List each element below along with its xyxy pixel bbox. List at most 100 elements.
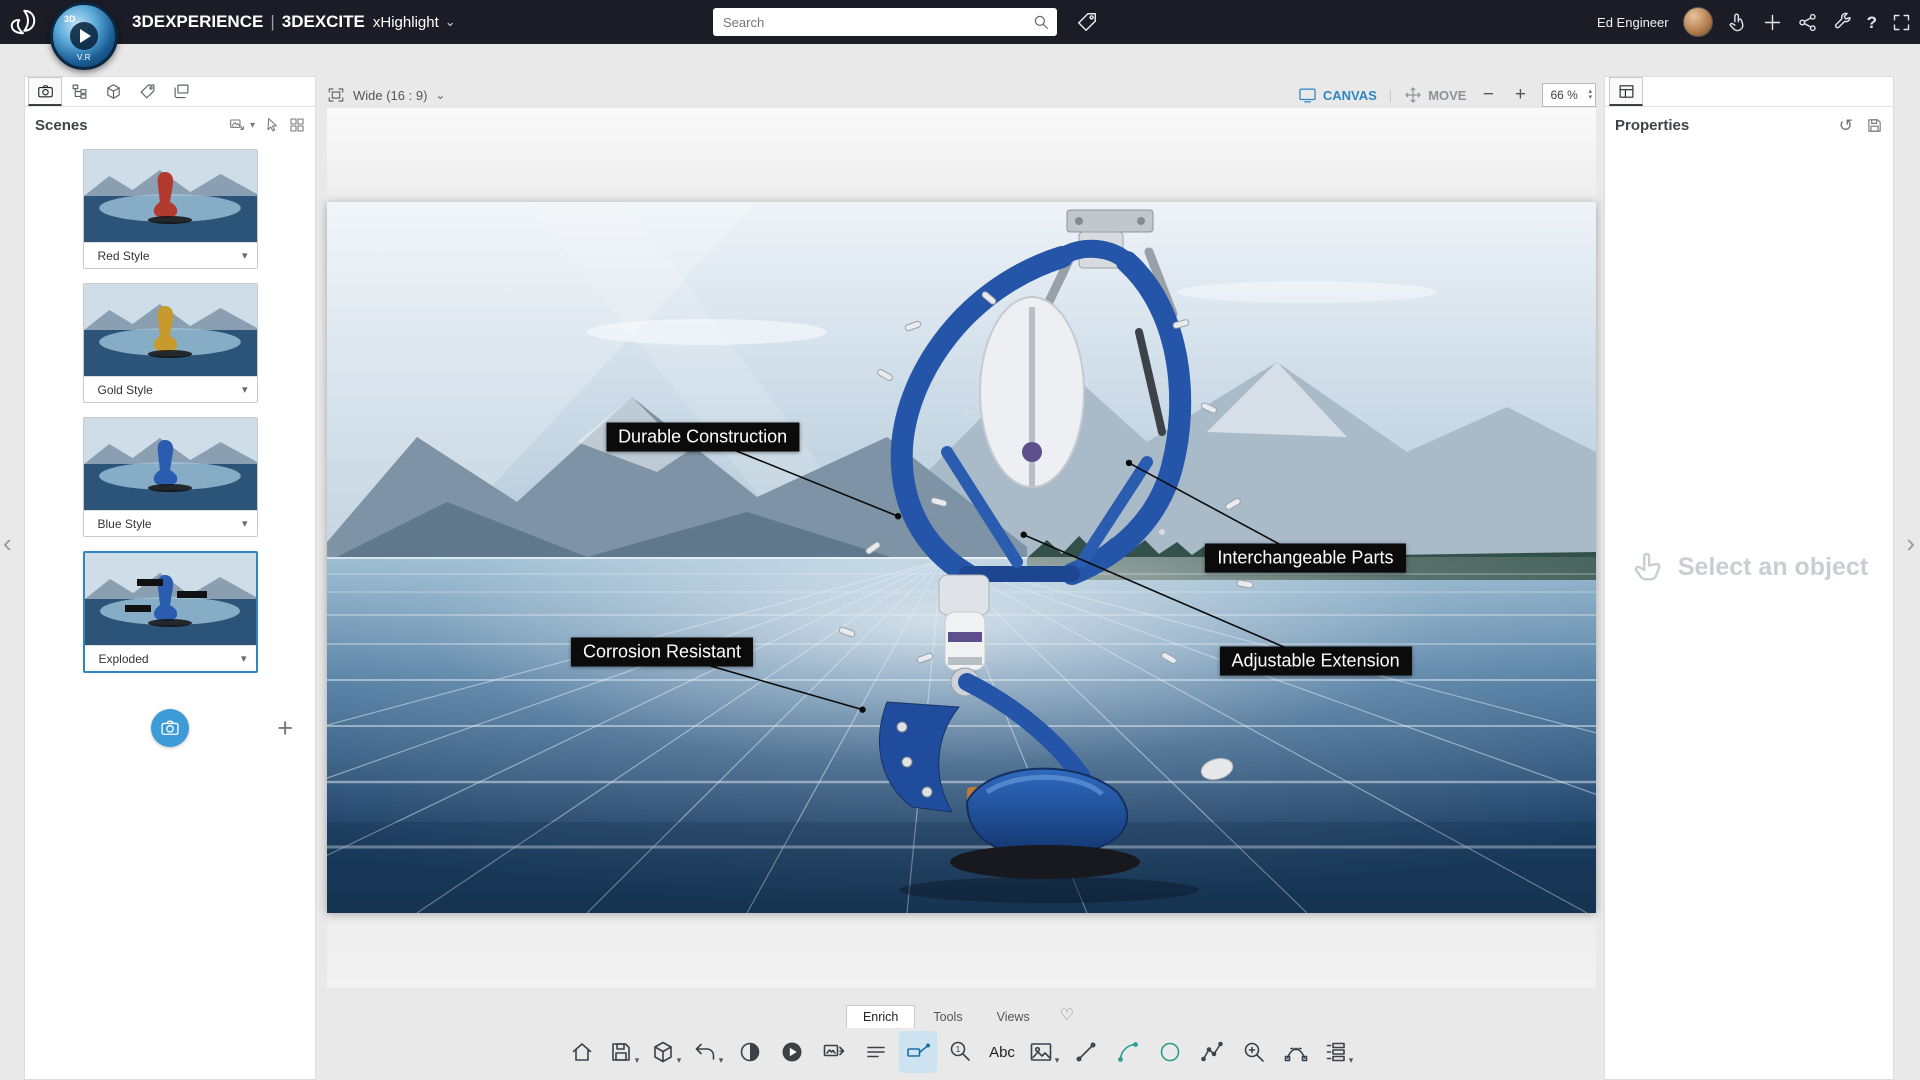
capture-scene-button[interactable] [151, 709, 189, 747]
scene-label-bar[interactable]: Blue Style▾ [84, 510, 257, 536]
move-mode-button[interactable]: MOVE [1404, 86, 1466, 104]
compass-vr-label: V.R [53, 53, 115, 62]
reset-icon[interactable]: ↺ [1839, 117, 1853, 134]
callout-label[interactable]: Durable Construction [606, 423, 799, 452]
search-icon[interactable] [1032, 13, 1050, 31]
settings-icon[interactable] [1832, 12, 1853, 33]
tab-enrich[interactable]: Enrich [846, 1005, 915, 1028]
play-icon [780, 1040, 804, 1064]
avatar[interactable] [1683, 7, 1713, 37]
scene-label: Exploded [99, 652, 149, 666]
fullscreen-icon[interactable] [1891, 12, 1912, 33]
numbered-callout-tool[interactable]: 1 [941, 1031, 979, 1073]
tab-scenes[interactable] [28, 77, 62, 106]
scene-thumbnail[interactable] [85, 553, 256, 645]
curve-icon [1284, 1040, 1308, 1064]
chevron-down-icon[interactable]: ⌄ [445, 14, 456, 30]
undo-tool[interactable]: ▾ [689, 1031, 727, 1073]
image-variant-tool[interactable] [815, 1031, 853, 1073]
text-tool-label: Abc [989, 1044, 1015, 1061]
tab-properties[interactable] [1609, 77, 1643, 106]
zoom-step-down-icon[interactable]: ▾ [1588, 95, 1592, 101]
touch-icon[interactable] [1727, 12, 1748, 33]
scene-card-blue-style[interactable]: Blue Style▾ [83, 417, 258, 537]
text-tool[interactable]: Abc [983, 1031, 1021, 1073]
app-title[interactable]: 3DEXPERIENCE | 3DEXCITE xHighlight ⌄ [132, 0, 456, 44]
chevron-down-icon[interactable]: ▾ [241, 652, 247, 665]
tab-models[interactable] [96, 77, 130, 106]
search-input[interactable] [713, 8, 1057, 36]
annotation-tool[interactable] [899, 1031, 937, 1073]
chevron-down-icon[interactable]: ▾ [242, 517, 248, 530]
left-panel-tabs [25, 77, 315, 107]
scene-card-gold-style[interactable]: Gold Style▾ [83, 283, 258, 403]
play-tool[interactable] [773, 1031, 811, 1073]
caret-down-icon[interactable]: ▾ [635, 1055, 640, 1073]
scene-thumbnail[interactable] [84, 284, 257, 376]
chevron-down-icon[interactable]: ▾ [242, 383, 248, 396]
shading-tool[interactable] [731, 1031, 769, 1073]
chevron-down-icon[interactable]: ▾ [242, 249, 248, 262]
scene-label-bar[interactable]: Gold Style▾ [84, 376, 257, 402]
tab-views[interactable]: Views [981, 1006, 1046, 1028]
scene-card-red-style[interactable]: Red Style▾ [83, 149, 258, 269]
aspect-ratio-selector[interactable]: Wide (16 : 9) ⌄ [327, 86, 445, 104]
user-name[interactable]: Ed Engineer [1597, 15, 1669, 30]
3ds-logo-icon [8, 7, 38, 37]
scene-card-exploded[interactable]: Exploded ▾ [83, 551, 258, 673]
home-tool[interactable] [563, 1031, 601, 1073]
caret-down-icon[interactable]: ▾ [719, 1055, 724, 1073]
add-icon[interactable] [1762, 12, 1783, 33]
chevron-down-icon[interactable]: ⌄ [435, 88, 445, 102]
line-tool[interactable] [1067, 1031, 1105, 1073]
scene-label-bar[interactable]: Red Style▾ [84, 242, 257, 268]
export-image-icon[interactable] [229, 117, 245, 133]
tab-tags[interactable] [130, 77, 164, 106]
alignment-tool[interactable] [857, 1031, 895, 1073]
structure-tool[interactable]: ▾ [1319, 1031, 1357, 1073]
caret-down-icon[interactable]: ▾ [250, 120, 255, 131]
caret-down-icon[interactable]: ▾ [1055, 1055, 1060, 1073]
zoom-in-button[interactable]: + [1510, 84, 1530, 106]
caret-down-icon[interactable]: ▾ [1349, 1055, 1354, 1073]
callout-label[interactable]: Adjustable Extension [1219, 646, 1411, 675]
collapse-right-icon[interactable]: › [1906, 528, 1915, 559]
callout-label[interactable]: Interchangeable Parts [1205, 544, 1405, 573]
scene-thumbnail[interactable] [84, 418, 257, 510]
help-icon[interactable]: ? [1867, 12, 1877, 33]
zoom-level-value: 66 % [1550, 88, 1585, 102]
favorite-icon[interactable]: ♡ [1060, 1005, 1074, 1028]
image-variant-icon [822, 1040, 846, 1064]
share-icon[interactable] [1797, 12, 1818, 33]
select-cursor-icon[interactable] [264, 117, 280, 133]
tab-media[interactable] [164, 77, 198, 106]
add-scene-button[interactable]: + [277, 713, 293, 743]
arc-tool[interactable] [1109, 1031, 1147, 1073]
canvas-mode-label: CANVAS [1323, 88, 1377, 103]
tag-icon[interactable] [1076, 11, 1098, 33]
tab-structure[interactable] [62, 77, 96, 106]
zoom-level-control[interactable]: 66 % ▴ ▾ [1542, 83, 1596, 107]
compass-icon[interactable]: 3D V.R [50, 2, 118, 70]
scene-thumbnail[interactable] [84, 150, 257, 242]
save-icon[interactable] [1866, 117, 1883, 134]
callout-label[interactable]: Corrosion Resistant [571, 638, 753, 667]
zoom-out-button[interactable]: − [1478, 84, 1498, 106]
image-insert-tool[interactable]: ▾ [1025, 1031, 1063, 1073]
scene-label-bar[interactable]: Exploded ▾ [85, 645, 256, 671]
zoom-region-tool[interactable] [1235, 1031, 1273, 1073]
collapse-left-icon[interactable]: ‹ [3, 528, 12, 559]
search-bar [713, 8, 1057, 36]
ellipse-tool[interactable] [1151, 1031, 1189, 1073]
grid-view-icon[interactable] [289, 117, 305, 133]
user-area: Ed Engineer ? [1597, 0, 1912, 44]
canvas-image[interactable]: Durable Construction Interchangeable Part… [327, 202, 1596, 913]
caret-down-icon[interactable]: ▾ [677, 1055, 682, 1073]
save-tool[interactable]: ▾ [605, 1031, 643, 1073]
curve-tool[interactable] [1277, 1031, 1315, 1073]
scene-export-tool[interactable]: ▾ [647, 1031, 685, 1073]
tab-tools[interactable]: Tools [917, 1006, 978, 1028]
canvas-mode-button[interactable]: CANVAS [1298, 86, 1377, 105]
divider: | [1389, 88, 1392, 103]
polyline-tool[interactable] [1193, 1031, 1231, 1073]
